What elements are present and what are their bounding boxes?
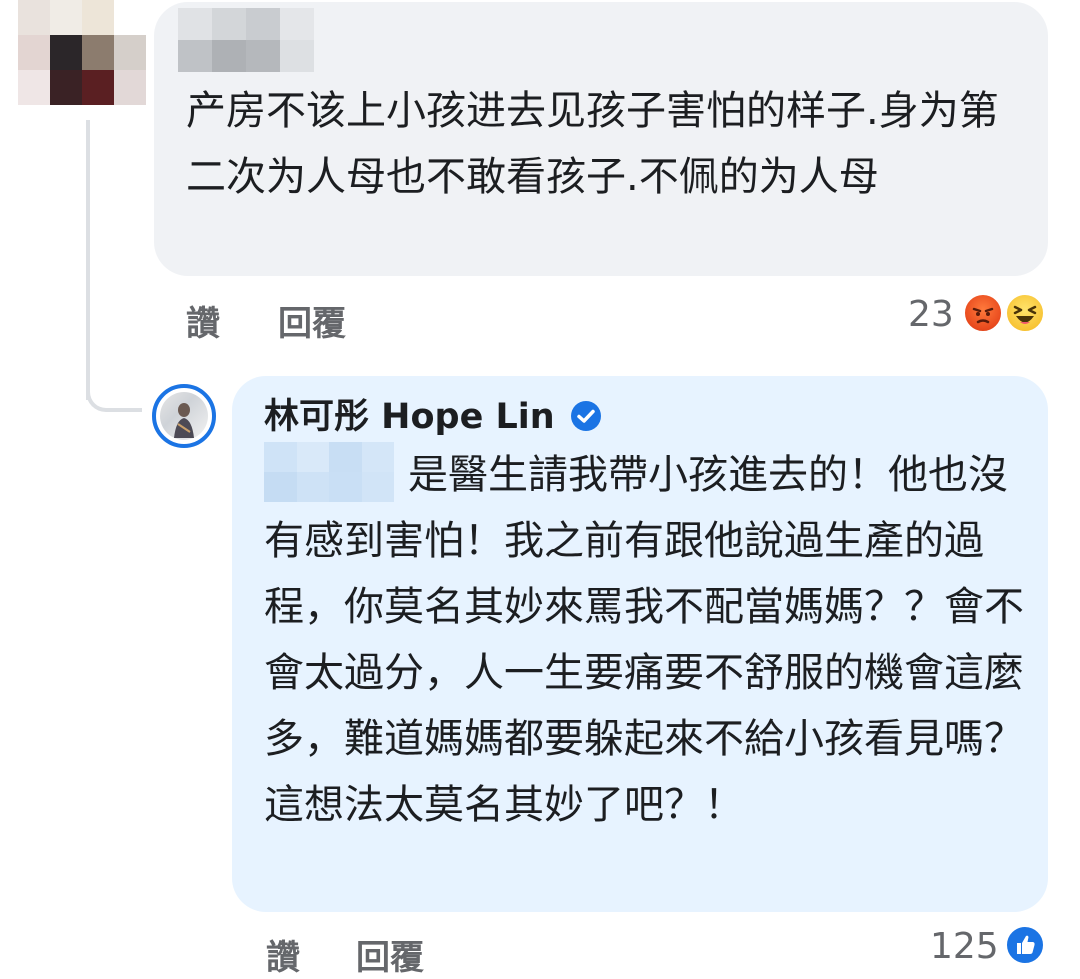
commenter-avatar[interactable] bbox=[18, 0, 146, 105]
verified-badge-icon bbox=[570, 400, 602, 432]
author-avatar[interactable] bbox=[152, 384, 216, 448]
thread-connector bbox=[86, 120, 90, 400]
reply-button[interactable]: 回覆 bbox=[278, 296, 346, 345]
commenter-name-blurred[interactable] bbox=[178, 8, 314, 72]
like-button[interactable]: 讚 bbox=[186, 296, 220, 345]
comment-text: 产房不该上小孩进去见孩子害怕的样子.身为第二次为人母也不敢看孩子.不佩的为人母 bbox=[186, 88, 999, 200]
reply-text: 是醫生請我帶小孩進去的！他也沒有感到害怕！我之前有跟他說過生產的過程，你莫名其妙… bbox=[264, 452, 1024, 828]
reaction-icons[interactable] bbox=[962, 292, 1052, 338]
thread-connector-curve bbox=[86, 372, 142, 412]
like-icon[interactable] bbox=[1004, 924, 1046, 966]
haha-emoji-icon bbox=[1004, 292, 1046, 334]
reaction-count[interactable]: 23 bbox=[908, 294, 954, 335]
angry-emoji-icon bbox=[962, 292, 1004, 334]
author-name[interactable]: 林可彤 Hope Lin bbox=[264, 392, 555, 442]
reply-reaction-count[interactable]: 125 bbox=[930, 926, 999, 967]
